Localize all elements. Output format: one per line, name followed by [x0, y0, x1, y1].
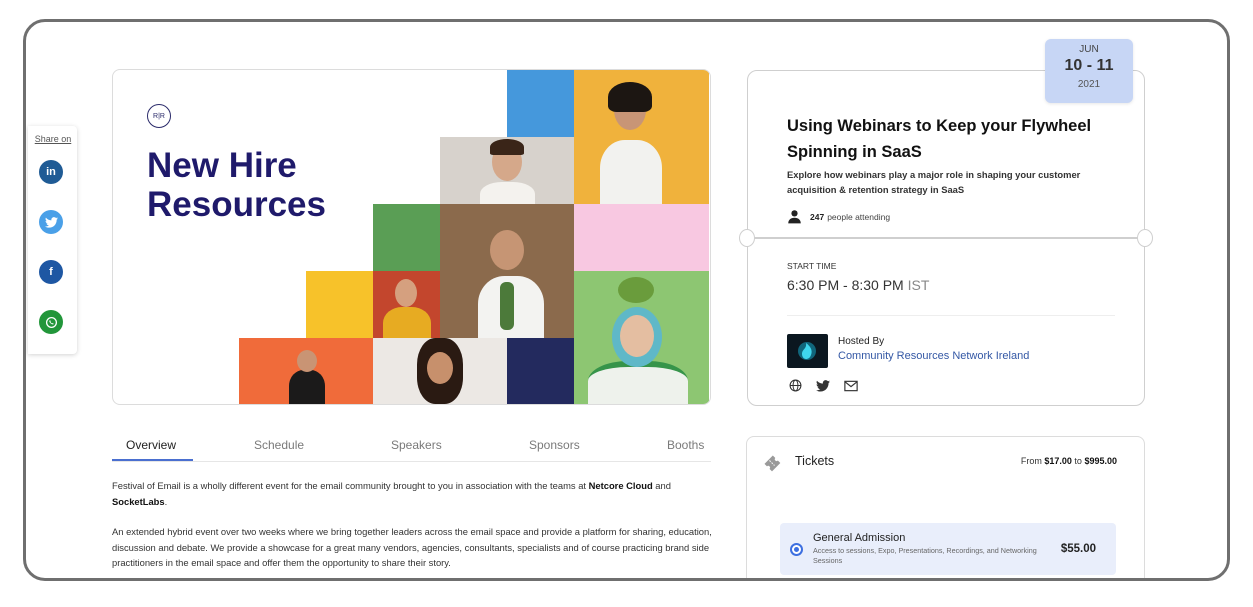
description-paragraph-1: Festival of Email is a wholly different …: [112, 478, 712, 509]
event-title: Using Webinars to Keep your Flywheel Spi…: [787, 117, 1092, 161]
tab-booths[interactable]: Booths: [667, 438, 704, 452]
date-year: 2021: [1077, 79, 1101, 90]
ticket-icon: [764, 455, 781, 472]
tickets-title: Tickets: [795, 454, 835, 468]
event-tabs: Overview Schedule Speakers Sponsors Boot…: [112, 426, 711, 462]
event-banner: R|R New Hire Resources: [112, 69, 711, 405]
card-notch-left: [739, 229, 755, 247]
active-tab-indicator: [112, 459, 193, 461]
description-text: Festival of Email is a wholly different …: [112, 480, 589, 491]
date-days: 10 - 11: [1064, 57, 1114, 74]
banner-title: New Hire Resources: [147, 146, 326, 224]
range-to-label: to: [1074, 456, 1082, 466]
description-paragraph-2: An extended hybrid event over two weeks …: [112, 526, 712, 568]
event-date-badge: JUN 10 - 11 2021: [1045, 39, 1133, 103]
person-photo-7: [373, 338, 507, 404]
ticket-radio[interactable]: [790, 543, 803, 556]
linkedin-icon: in: [46, 166, 56, 178]
banner-tile-blue: [507, 70, 574, 137]
hosted-by-label: Hosted By: [838, 336, 885, 347]
person-photo-6: [239, 338, 373, 404]
banner-tile-pink: [574, 204, 709, 271]
person-photo-3: [440, 204, 574, 338]
banner-title-line2: Resources: [147, 185, 326, 224]
host-separator: [787, 315, 1115, 316]
ticket-name: General Admission: [813, 532, 906, 544]
app-frame: Share on in f R|R New Hire Resources Ove…: [23, 19, 1230, 581]
twitter-icon: [44, 216, 58, 228]
banner-title-line1: New Hire: [147, 146, 297, 185]
linkedin-share-button[interactable]: in: [39, 160, 63, 184]
whatsapp-share-button[interactable]: [39, 310, 63, 334]
tab-speakers[interactable]: Speakers: [391, 438, 442, 452]
whatsapp-icon: [45, 316, 57, 328]
event-description: Festival of Email is a wholly different …: [112, 478, 712, 578]
event-info-card: Using Webinars to Keep your Flywheel Spi…: [739, 70, 1153, 406]
host-logo: [787, 334, 828, 368]
range-min: $17.00: [1044, 456, 1072, 466]
ticket-description: Access to sessions, Expo, Presentations,…: [813, 546, 1037, 565]
date-month: JUN: [1079, 44, 1099, 55]
ticket-price: $55.00: [1060, 543, 1096, 555]
range-max: $995.00: [1084, 456, 1117, 466]
start-time-range: 6:30 PM - 8:30 PM: [787, 277, 904, 293]
description-text: and: [652, 480, 671, 491]
ticket-price-range: From $17.00 to $995.00: [1021, 456, 1117, 466]
person-icon: [788, 210, 801, 224]
share-sidebar: Share on in f: [28, 126, 77, 354]
event-subtitle: Explore how webinars play a major role i…: [787, 169, 1081, 195]
banner-tile-navy: [507, 338, 574, 404]
partner-netcore: Netcore Cloud: [588, 480, 653, 491]
person-photo-1: [574, 70, 709, 204]
share-label: Share on: [34, 134, 72, 144]
facebook-share-button[interactable]: f: [39, 260, 63, 284]
host-social-links: [789, 379, 858, 392]
brand-logo: R|R: [147, 104, 171, 128]
ticket-divider: [748, 237, 1144, 239]
attendee-count: 247 people attending: [787, 209, 890, 224]
globe-icon[interactable]: [789, 379, 802, 392]
person-photo-5: [574, 271, 709, 404]
ticket-option-general-admission[interactable]: General Admission Access to sessions, Ex…: [780, 523, 1116, 575]
start-time: 6:30 PM - 8:30 PM IST: [787, 277, 929, 293]
person-photo-2: [440, 137, 574, 204]
start-time-label: START TIME: [787, 261, 837, 271]
banner-tile-yellow: [306, 271, 373, 338]
description-text: .: [164, 495, 168, 507]
timezone: IST: [907, 277, 930, 293]
tab-sponsors[interactable]: Sponsors: [529, 438, 580, 452]
tickets-panel: Tickets From $17.00 to $995.00 General A…: [746, 436, 1145, 578]
attendee-number: 247: [810, 211, 825, 222]
tab-schedule[interactable]: Schedule: [254, 438, 304, 452]
mail-icon[interactable]: [844, 380, 858, 392]
banner-tile-green: [373, 204, 440, 271]
partner-socketlabs: SocketLabs: [112, 495, 165, 507]
host-name-link[interactable]: Community Resources Network Ireland: [838, 350, 1029, 362]
attendee-label: people attending: [827, 211, 891, 222]
facebook-icon: f: [49, 266, 53, 278]
card-notch-right: [1137, 229, 1153, 247]
twitter-icon[interactable]: [816, 379, 830, 392]
twitter-share-button[interactable]: [39, 210, 63, 234]
tab-overview[interactable]: Overview: [126, 438, 176, 452]
person-photo-4: [373, 271, 440, 338]
range-from-label: From: [1020, 456, 1042, 466]
